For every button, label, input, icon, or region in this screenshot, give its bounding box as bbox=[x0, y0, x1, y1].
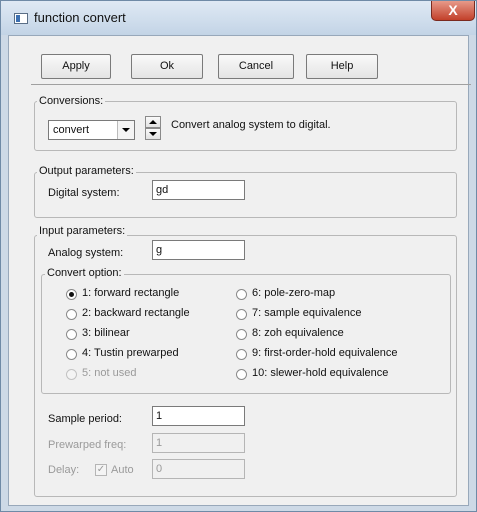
dialog-window: function convert X Apply Ok Cancel Help … bbox=[0, 0, 477, 512]
option-3-label: 3: bilinear bbox=[82, 327, 130, 339]
radio-option-9[interactable] bbox=[236, 349, 247, 360]
cancel-label: Cancel bbox=[238, 60, 274, 72]
analog-system-input[interactable]: g bbox=[152, 240, 245, 260]
dialog-client: Apply Ok Cancel Help Conversions: conver… bbox=[8, 35, 471, 506]
radio-option-7[interactable] bbox=[236, 309, 247, 320]
prewarped-freq-label: Prewarped freq: bbox=[48, 439, 127, 451]
help-button[interactable]: Help bbox=[306, 54, 378, 79]
option-8-label: 8: zoh equivalence bbox=[252, 327, 344, 339]
option-6-label: 6: pole-zero-map bbox=[252, 287, 336, 299]
option-5-label: 5: not used bbox=[82, 367, 137, 379]
radio-option-3[interactable] bbox=[66, 329, 77, 340]
radio-option-2[interactable] bbox=[66, 309, 77, 320]
auto-checkbox: ✓ bbox=[95, 464, 107, 476]
radio-option-5 bbox=[66, 369, 77, 380]
title-bar[interactable]: function convert X bbox=[1, 1, 476, 35]
sample-period-label: Sample period: bbox=[48, 413, 122, 425]
output-parameters-legend: Output parameters: bbox=[37, 165, 136, 177]
window-app-icon bbox=[14, 13, 28, 24]
delay-label: Delay: bbox=[48, 464, 80, 476]
window-title: function convert bbox=[34, 10, 126, 25]
toolbar-divider bbox=[31, 84, 471, 85]
apply-button[interactable]: Apply bbox=[41, 54, 111, 79]
option-7-label: 7: sample equivalence bbox=[252, 307, 362, 319]
prewarped-freq-input: 1 bbox=[152, 433, 245, 453]
option-10-label: 10: slewer-hold equivalence bbox=[252, 367, 389, 379]
radio-option-1[interactable] bbox=[66, 289, 77, 300]
input-parameters-legend: Input parameters: bbox=[37, 225, 128, 237]
spin-up-icon[interactable] bbox=[145, 116, 161, 128]
chevron-down-icon[interactable] bbox=[117, 121, 134, 139]
radio-option-6[interactable] bbox=[236, 289, 247, 300]
analog-system-label: Analog system: bbox=[48, 247, 124, 259]
convert-option-legend: Convert option: bbox=[45, 267, 124, 279]
spin-down-icon[interactable] bbox=[145, 128, 161, 140]
conversion-spinner[interactable] bbox=[145, 116, 161, 140]
delay-input: 0 bbox=[152, 459, 245, 479]
option-1-label: 1: forward rectangle bbox=[82, 287, 180, 299]
close-button[interactable]: X bbox=[431, 1, 475, 21]
apply-label: Apply bbox=[62, 60, 90, 72]
help-label: Help bbox=[330, 60, 354, 72]
radio-option-4[interactable] bbox=[66, 349, 77, 360]
option-2-label: 2: backward rectangle bbox=[82, 307, 190, 319]
option-9-label: 9: first-order-hold equivalence bbox=[252, 347, 398, 359]
radio-option-10[interactable] bbox=[236, 369, 247, 380]
cancel-button[interactable]: Cancel bbox=[218, 54, 294, 79]
radio-option-8[interactable] bbox=[236, 329, 247, 340]
auto-label: Auto bbox=[111, 464, 134, 476]
conversion-description: Convert analog system to digital. bbox=[171, 119, 331, 131]
conversion-select[interactable]: convert bbox=[48, 120, 135, 140]
sample-period-input[interactable]: 1 bbox=[152, 406, 245, 426]
ok-button[interactable]: Ok bbox=[131, 54, 203, 79]
digital-system-input[interactable]: gd bbox=[152, 180, 245, 200]
ok-label: Ok bbox=[159, 60, 175, 72]
digital-system-label: Digital system: bbox=[48, 187, 120, 199]
option-4-label: 4: Tustin prewarped bbox=[82, 347, 179, 359]
conversions-legend: Conversions: bbox=[37, 95, 106, 107]
close-icon: X bbox=[448, 2, 458, 18]
conversion-select-value: convert bbox=[53, 124, 90, 136]
